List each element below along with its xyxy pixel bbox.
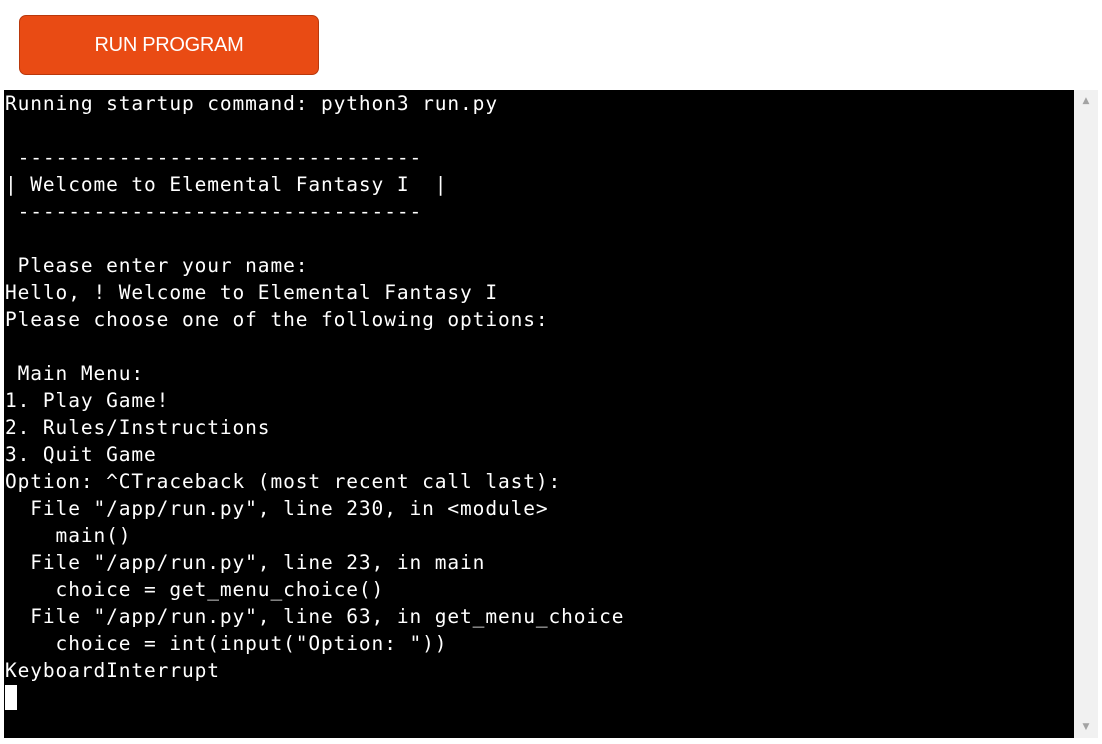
scroll-down-arrow-icon[interactable]: ▼ xyxy=(1074,716,1098,738)
scroll-up-arrow-icon[interactable]: ▲ xyxy=(1074,90,1098,112)
run-program-button[interactable]: RUN PROGRAM xyxy=(19,15,319,75)
terminal-scrollbar[interactable]: ▲ ▼ xyxy=(1074,90,1098,738)
terminal-output: Running startup command: python3 run.py … xyxy=(5,92,625,682)
page: RUN PROGRAM Running startup command: pyt… xyxy=(0,0,1102,744)
terminal[interactable]: Running startup command: python3 run.py … xyxy=(4,90,1074,738)
terminal-cursor xyxy=(5,685,17,710)
